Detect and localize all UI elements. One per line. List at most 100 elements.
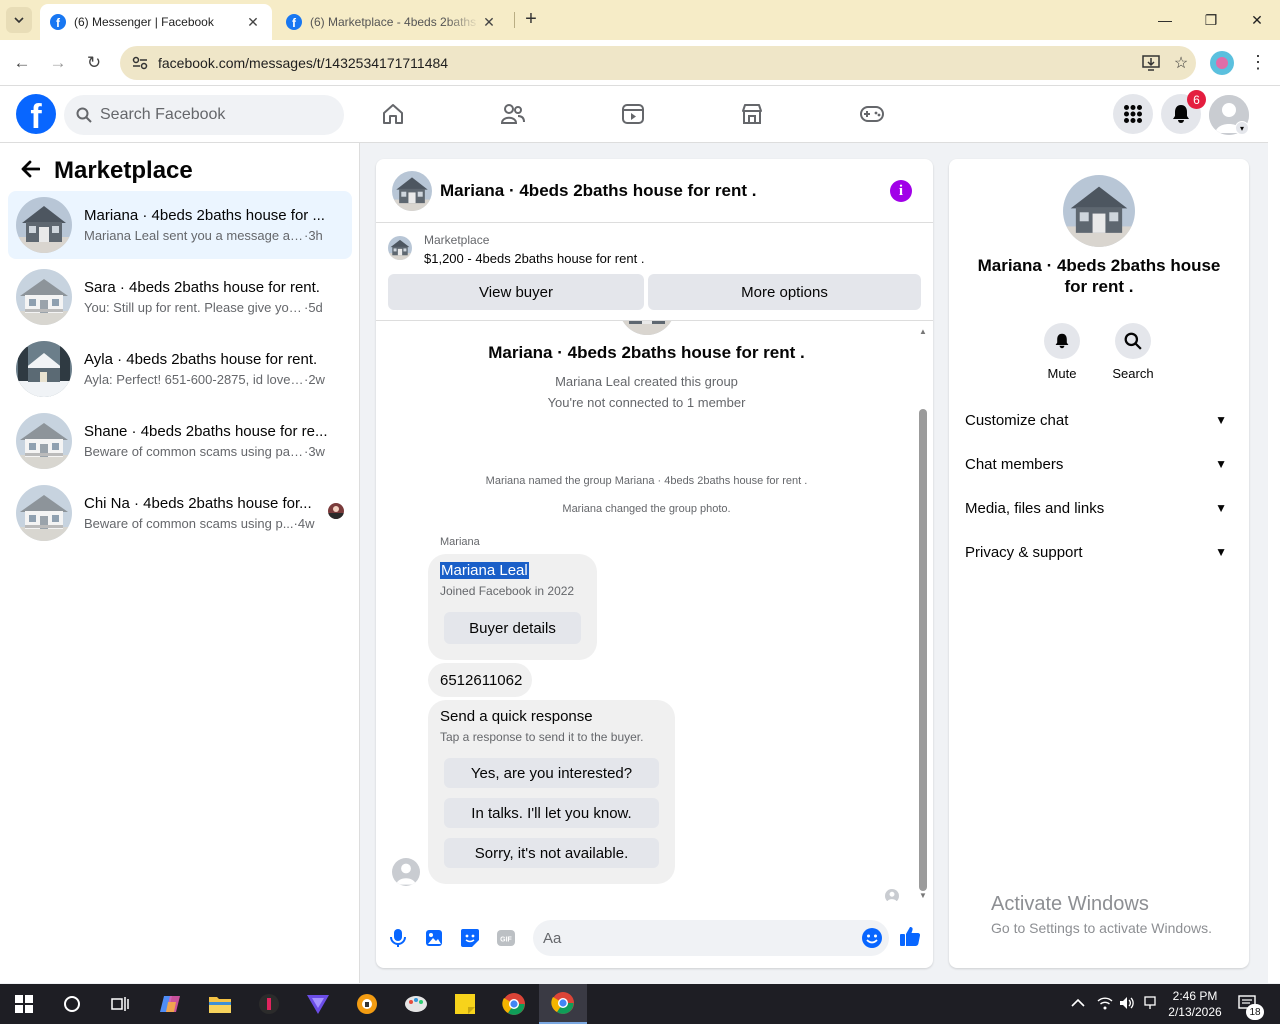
search-input[interactable] <box>100 106 320 124</box>
chat-scrollbar[interactable]: ▲ ▼ <box>917 327 929 900</box>
app-icon[interactable] <box>245 984 293 1024</box>
listing-thumbnail <box>388 236 412 260</box>
menu-grid-button[interactable] <box>1113 94 1153 134</box>
view-buyer-button[interactable]: View buyer <box>388 274 644 310</box>
restore-button[interactable]: ❐ <box>1188 0 1234 40</box>
tab-search-button[interactable] <box>6 7 32 33</box>
quick-response-option[interactable]: Sorry, it's not available. <box>444 838 659 868</box>
conversation-snippet: You: Still up for rent. Please give your… <box>84 300 304 315</box>
home-icon[interactable] <box>379 100 407 128</box>
buyer-name[interactable]: Mariana Leal <box>440 562 529 579</box>
facebook-header: f 6 ▾ <box>0 86 1268 143</box>
close-window-button[interactable]: ✕ <box>1234 0 1280 40</box>
task-view-icon[interactable] <box>96 984 144 1024</box>
facebook-logo-icon[interactable]: f <box>16 94 56 134</box>
browser-menu-icon[interactable]: ⋮ <box>1248 51 1268 75</box>
sender-avatar[interactable] <box>392 858 420 886</box>
privacy-support-section[interactable]: Privacy & support ▼ <box>965 536 1233 568</box>
group-photo[interactable] <box>392 171 432 211</box>
message-list: Mariana · 4beds 2baths house for rent . … <box>376 321 933 901</box>
install-app-icon[interactable] <box>1136 55 1166 71</box>
sticky-notes-icon[interactable] <box>441 984 489 1024</box>
marketplace-icon[interactable] <box>738 100 766 128</box>
conversation-item[interactable]: Shane · 4beds 2baths house for re... Bew… <box>8 407 352 475</box>
bookmark-star-icon[interactable]: ☆ <box>1166 53 1196 73</box>
group-name: Mariana · 4beds 2baths house for rent . <box>488 343 805 362</box>
chevron-down-icon: ▼ <box>1215 413 1227 427</box>
conversation-item[interactable]: Ayla · 4beds 2baths house for rent. Ayla… <box>8 335 352 403</box>
media-files-section[interactable]: Media, files and links ▼ <box>965 492 1233 524</box>
tab-marketplace[interactable]: f (6) Marketplace - 4beds 2baths ✕ <box>276 4 508 40</box>
scroll-up-arrow[interactable]: ▲ <box>919 327 927 336</box>
scrollbar-thumb[interactable] <box>919 409 927 891</box>
reload-button[interactable]: ↻ <box>82 51 106 75</box>
friends-icon[interactable] <box>499 100 527 128</box>
conversation-name: Chi Na · 4beds 2baths house for... <box>84 495 312 512</box>
message-input-box[interactable] <box>533 920 889 956</box>
scroll-down-arrow[interactable]: ▼ <box>919 891 927 900</box>
volume-icon[interactable] <box>1119 996 1135 1013</box>
tab-messenger[interactable]: f (6) Messenger | Facebook ✕ <box>40 4 272 40</box>
show-hidden-icons[interactable] <box>1071 996 1085 1011</box>
vpn-icon[interactable] <box>294 984 342 1024</box>
chat-title[interactable]: Mariana · 4beds 2baths house for rent . <box>440 181 756 201</box>
conversation-name: Mariana · 4beds 2baths house for ... <box>84 207 325 224</box>
address-bar[interactable]: facebook.com/messages/t/1432534171711484… <box>120 46 1196 80</box>
url-text: facebook.com/messages/t/1432534171711484 <box>158 55 449 71</box>
video-icon[interactable] <box>619 100 647 128</box>
customize-chat-section[interactable]: Customize chat ▼ <box>965 404 1233 436</box>
message-input[interactable] <box>543 929 843 947</box>
conversation-item[interactable]: Sara · 4beds 2baths house for rent. You:… <box>8 263 352 331</box>
conversation-name: Shane · 4beds 2baths house for re... <box>84 423 328 440</box>
gaming-icon[interactable] <box>858 100 886 128</box>
copilot-icon[interactable] <box>146 984 194 1024</box>
listing-title[interactable]: $1,200 - 4beds 2baths house for rent . <box>424 251 644 266</box>
windows-start-icon[interactable] <box>0 984 48 1024</box>
browser-profile-icon[interactable] <box>1210 51 1234 75</box>
site-info-icon[interactable] <box>126 56 154 70</box>
listing-thumbnail <box>16 413 72 469</box>
new-tab-button[interactable]: + <box>520 8 542 30</box>
conversation-item[interactable]: Chi Na · 4beds 2baths house for... Bewar… <box>8 479 352 547</box>
buyer-details-button[interactable]: Buyer details <box>444 612 581 644</box>
system-clock[interactable]: 2:46 PM 2/13/2026 <box>1164 988 1226 1020</box>
info-icon[interactable]: i <box>890 180 912 202</box>
conversation-snippet: Ayla: Perfect! 651-600-2875, id love t..… <box>84 372 304 387</box>
back-arrow-icon[interactable] <box>20 158 41 184</box>
network-icon[interactable] <box>1143 996 1157 1013</box>
browser-icon[interactable] <box>343 984 391 1024</box>
bell-icon <box>1173 105 1189 123</box>
cortana-icon[interactable] <box>48 984 96 1024</box>
file-explorer-icon[interactable] <box>196 984 244 1024</box>
thumbs-up-icon[interactable] <box>899 925 921 947</box>
chevron-down-icon[interactable]: ▾ <box>1235 121 1249 135</box>
quick-response-option[interactable]: In talks. I'll let you know. <box>444 798 659 828</box>
minimize-button[interactable]: — <box>1142 0 1188 40</box>
forward-button[interactable]: → <box>46 51 70 75</box>
sticker-icon[interactable] <box>459 927 481 949</box>
quick-response-option[interactable]: Yes, are you interested? <box>444 758 659 788</box>
page-title: Marketplace <box>54 157 193 184</box>
chat-members-section[interactable]: Chat members ▼ <box>965 448 1233 480</box>
group-photo[interactable] <box>1063 175 1135 247</box>
emoji-icon[interactable] <box>861 927 883 952</box>
chrome-icon[interactable] <box>490 984 538 1024</box>
chrome-active-icon[interactable] <box>539 984 587 1024</box>
microphone-icon[interactable] <box>387 927 409 949</box>
page-scrollbar[interactable] <box>1268 86 1280 983</box>
photo-icon[interactable] <box>423 927 445 949</box>
gif-icon[interactable]: GIF <box>495 927 517 949</box>
facebook-search[interactable] <box>64 95 344 135</box>
system-event: Mariana changed the group photo. <box>562 503 731 515</box>
conversation-item[interactable]: Mariana · 4beds 2baths house for ... Mar… <box>8 191 352 259</box>
mute-button[interactable]: Mute <box>1032 323 1092 381</box>
close-tab-icon[interactable]: ✕ <box>480 14 498 31</box>
search-in-chat-button[interactable]: Search <box>1103 323 1163 381</box>
paint-app-icon[interactable] <box>392 984 440 1024</box>
back-button[interactable]: ← <box>10 51 34 75</box>
message-bubble[interactable]: 6512611062 <box>428 663 532 697</box>
wifi-icon[interactable] <box>1097 996 1113 1013</box>
close-tab-icon[interactable]: ✕ <box>244 14 262 31</box>
more-options-button[interactable]: More options <box>648 274 921 310</box>
svg-text:GIF: GIF <box>500 937 512 944</box>
